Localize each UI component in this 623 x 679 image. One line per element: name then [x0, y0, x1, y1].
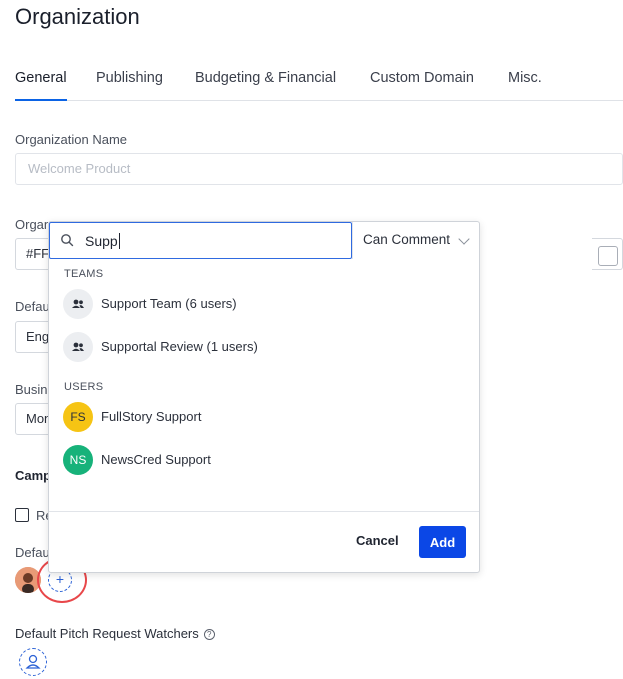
org-name-label: Organization Name — [15, 132, 127, 147]
team-icon — [63, 332, 93, 362]
business-label: Busin — [15, 382, 48, 397]
permission-select[interactable]: Can Comment — [352, 222, 480, 259]
add-pitch-watcher-button[interactable] — [19, 648, 47, 676]
tab-publishing[interactable]: Publishing — [96, 70, 163, 86]
team-icon — [63, 289, 93, 319]
search-icon — [60, 233, 74, 247]
footer-divider — [49, 511, 479, 512]
teams-heading: TEAMS — [64, 268, 104, 280]
permission-value: Can Comment — [363, 232, 451, 247]
search-text: Supp — [85, 233, 120, 249]
tab-custom-domain[interactable]: Custom Domain — [370, 70, 474, 86]
list-item[interactable]: NS NewsCred Support — [49, 441, 479, 481]
list-item[interactable]: Supportal Review (1 users) — [49, 328, 479, 368]
add-button[interactable]: Add — [419, 526, 466, 558]
pitch-watchers-text: Default Pitch Request Watchers — [15, 626, 199, 641]
tab-budgeting-financial[interactable]: Budgeting & Financial — [195, 70, 336, 86]
campaign-checkbox[interactable] — [15, 508, 29, 522]
team-label: Supportal Review (1 users) — [101, 339, 258, 354]
org-color-label: Organization Color — [15, 217, 48, 232]
default-label: Defau — [15, 299, 48, 314]
list-item[interactable]: FS FullStory Support — [49, 398, 479, 438]
team-label: Support Team (6 users) — [101, 296, 237, 311]
share-popover: Supp Can Comment TEAMS Support Team (6 u… — [48, 221, 480, 573]
checkbox-label: Re — [36, 508, 48, 523]
user-avatar: NS — [63, 445, 93, 475]
user-avatar: FS — [63, 402, 93, 432]
user-label: NewsCred Support — [101, 452, 211, 467]
text-caret — [118, 233, 120, 249]
search-input[interactable]: Supp — [49, 222, 352, 259]
list-item[interactable]: Support Team (6 users) — [49, 285, 479, 325]
default-watchers-label: Defau — [15, 545, 48, 560]
tab-general[interactable]: General — [15, 70, 67, 86]
org-name-input[interactable]: Welcome Product — [15, 153, 623, 185]
search-value: Supp — [85, 233, 118, 249]
chevron-down-icon — [458, 233, 470, 245]
tab-bar: General Publishing Budgeting & Financial… — [15, 68, 623, 101]
user-add-icon — [25, 654, 41, 669]
color-swatch[interactable] — [598, 246, 618, 266]
active-tab-indicator — [15, 99, 67, 101]
help-icon[interactable]: ? — [203, 629, 215, 640]
page-title: Organization — [15, 4, 140, 29]
pitch-watchers-label: Default Pitch Request Watchers? — [15, 626, 215, 641]
tab-misc[interactable]: Misc. — [508, 70, 542, 86]
user-label: FullStory Support — [101, 409, 202, 424]
users-heading: USERS — [64, 381, 104, 393]
cancel-button[interactable]: Cancel — [356, 533, 399, 548]
campaign-heading: Camp — [15, 468, 48, 483]
